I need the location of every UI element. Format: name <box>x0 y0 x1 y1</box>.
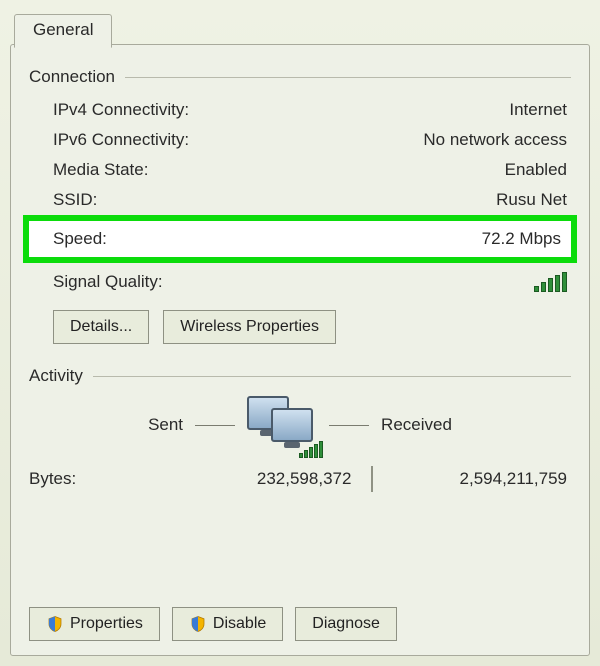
details-button[interactable]: Details... <box>53 310 149 344</box>
ipv6-label: IPv6 Connectivity: <box>53 130 189 150</box>
speed-label: Speed: <box>53 229 107 249</box>
bytes-sent-value: 232,598,372 <box>178 469 372 489</box>
connection-button-row: Details... Wireless Properties <box>29 302 571 348</box>
divider <box>195 425 235 426</box>
bottom-button-row: Properties Disable Diagnose <box>29 607 397 641</box>
ipv4-label: IPv4 Connectivity: <box>53 100 189 120</box>
shield-icon <box>46 615 64 633</box>
divider <box>125 77 571 78</box>
tab-strip: General <box>10 8 590 44</box>
tab-general[interactable]: General <box>14 14 112 48</box>
details-button-label: Details... <box>70 318 132 336</box>
activity-graphic: Sent Received <box>29 396 571 454</box>
bytes-row: Bytes: 232,598,372 2,594,211,759 <box>29 460 571 498</box>
ipv6-row: IPv6 Connectivity: No network access <box>29 125 571 155</box>
ssid-row: SSID: Rusu Net <box>29 185 571 215</box>
media-state-value: Enabled <box>505 160 567 180</box>
shield-icon <box>189 615 207 633</box>
properties-button-label: Properties <box>70 615 143 633</box>
network-status-dialog: General Connection IPv4 Connectivity: In… <box>0 0 600 666</box>
ipv4-row: IPv4 Connectivity: Internet <box>29 95 571 125</box>
tab-general-label: General <box>33 20 93 39</box>
signal-bars-icon <box>534 272 567 292</box>
signal-quality-row: Signal Quality: <box>29 267 571 302</box>
sent-label: Sent <box>148 415 183 435</box>
general-panel: Connection IPv4 Connectivity: Internet I… <box>10 44 590 656</box>
wireless-properties-button[interactable]: Wireless Properties <box>163 310 336 344</box>
network-monitors-icon <box>247 396 317 454</box>
disable-button[interactable]: Disable <box>172 607 283 641</box>
bytes-label: Bytes: <box>29 469 178 489</box>
speed-row-highlight: Speed: 72.2 Mbps <box>29 221 571 257</box>
properties-button[interactable]: Properties <box>29 607 160 641</box>
connection-title: Connection <box>29 67 115 87</box>
signal-quality-label: Signal Quality: <box>53 272 163 297</box>
ssid-label: SSID: <box>53 190 97 210</box>
connection-group-header: Connection <box>29 67 571 87</box>
signal-bars-icon <box>299 441 323 458</box>
wireless-properties-button-label: Wireless Properties <box>180 318 319 336</box>
ipv6-value: No network access <box>423 130 567 150</box>
signal-quality-value <box>534 272 567 297</box>
speed-value: 72.2 Mbps <box>482 229 561 249</box>
disable-button-label: Disable <box>213 615 266 633</box>
diagnose-button[interactable]: Diagnose <box>295 607 397 641</box>
media-state-label: Media State: <box>53 160 148 180</box>
ipv4-value: Internet <box>509 100 567 120</box>
divider <box>329 425 369 426</box>
activity-group-header: Activity <box>29 366 571 386</box>
divider <box>93 376 571 377</box>
diagnose-button-label: Diagnose <box>312 615 380 633</box>
bytes-received-value: 2,594,211,759 <box>373 469 567 489</box>
media-state-row: Media State: Enabled <box>29 155 571 185</box>
ssid-value: Rusu Net <box>496 190 567 210</box>
received-label: Received <box>381 415 452 435</box>
activity-title: Activity <box>29 366 83 386</box>
